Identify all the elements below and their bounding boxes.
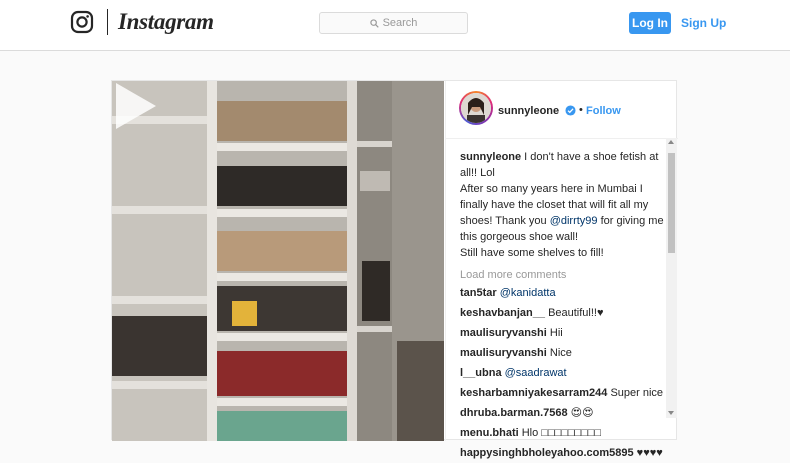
comment-mention-link[interactable]: @saadrawat	[505, 367, 567, 379]
search-input[interactable]: Search	[319, 12, 468, 34]
comment-username-link[interactable]: dhruba.barman.7568	[460, 407, 568, 419]
comment-item: maulisuryvanshi Nice	[460, 345, 665, 363]
comment-username-link[interactable]: happysinghbholeyahoo.com5895	[460, 447, 634, 459]
play-icon[interactable]	[112, 81, 158, 131]
comment-item: menu.bhati Hlo □□□□□□□□□	[460, 425, 665, 443]
post-caption: sunnyleone I don't have a shoe fetish at…	[460, 149, 665, 261]
separator-dot: •	[579, 104, 583, 116]
author-username-link[interactable]: sunnyleone	[498, 105, 559, 117]
caption-text: Still have some shelves to fill!	[460, 247, 604, 259]
shoe-closet-video-frame	[112, 81, 444, 441]
caption-mention-link[interactable]: @dirrty99	[550, 215, 598, 227]
comment-text: Hii	[549, 327, 563, 339]
comment-text: Super nice	[610, 387, 664, 399]
search-placeholder: Search	[382, 17, 418, 29]
comment-item: l__ubna @saadrawat	[460, 365, 665, 383]
comment-item: tan5tar @kanidatta	[460, 285, 665, 303]
avatar[interactable]	[459, 91, 493, 125]
instagram-wordmark-logo[interactable]: Instagram	[118, 9, 214, 35]
comment-item: happysinghbholeyahoo.com5895 ♥♥♥♥	[460, 445, 665, 463]
comment-username-link[interactable]: maulisuryvanshi	[460, 327, 547, 339]
post-sidebar: sunnyleone • Follow sunnyleone I don't h…	[445, 81, 678, 459]
comment-username-link[interactable]: menu.bhati	[460, 427, 519, 439]
caption-username-link[interactable]: sunnyleone	[460, 151, 521, 163]
search-icon	[369, 18, 379, 28]
comment-item: dhruba.barman.7568 😍😍	[460, 405, 665, 423]
scroll-down-arrow-icon[interactable]	[668, 411, 674, 415]
comment-mention-link[interactable]: @kanidatta	[500, 287, 556, 299]
comments-scrollbar[interactable]	[666, 138, 677, 418]
comment-text: 😍😍	[570, 407, 594, 419]
comment-username-link[interactable]: keshavbanjan__	[460, 307, 545, 319]
comment-text: Hlo □□□□□□□□□	[521, 427, 602, 439]
post-card: sunnyleone • Follow sunnyleone I don't h…	[111, 80, 678, 459]
comment-text: ♥♥♥♥	[636, 447, 663, 459]
comment-username-link[interactable]: maulisuryvanshi	[460, 347, 547, 359]
follow-button[interactable]: Follow	[586, 105, 621, 117]
comment-item: kesharbamniyakesarram244 Super nice	[460, 385, 665, 403]
sign-up-link[interactable]: Sign Up	[681, 16, 726, 30]
instagram-glyph-icon[interactable]	[70, 10, 94, 34]
comment-item: maulisuryvanshi Hii	[460, 325, 665, 343]
post-video[interactable]	[112, 81, 444, 441]
comment-text: Beautiful!!♥	[548, 307, 604, 319]
log-in-button[interactable]: Log In	[629, 12, 671, 34]
top-navigation-bar: Instagram Search Log In Sign Up	[0, 0, 790, 51]
comment-text: Nice	[549, 347, 572, 359]
post-header: sunnyleone • Follow	[446, 81, 678, 139]
verified-badge-icon	[565, 105, 576, 116]
comment-username-link[interactable]: tan5tar	[460, 287, 497, 299]
comment-item: keshavbanjan__ Beautiful!!♥	[460, 305, 665, 323]
load-more-comments-button[interactable]: Load more comments	[460, 267, 665, 283]
avatar-image	[461, 93, 491, 123]
scroll-up-arrow-icon[interactable]	[668, 140, 674, 144]
scrollbar-thumb[interactable]	[668, 153, 675, 253]
comment-username-link[interactable]: l__ubna	[460, 367, 502, 379]
nav-divider	[107, 9, 108, 35]
comments-list: sunnyleone I don't have a shoe fetish at…	[460, 149, 665, 463]
comment-username-link[interactable]: kesharbamniyakesarram244	[460, 387, 607, 399]
